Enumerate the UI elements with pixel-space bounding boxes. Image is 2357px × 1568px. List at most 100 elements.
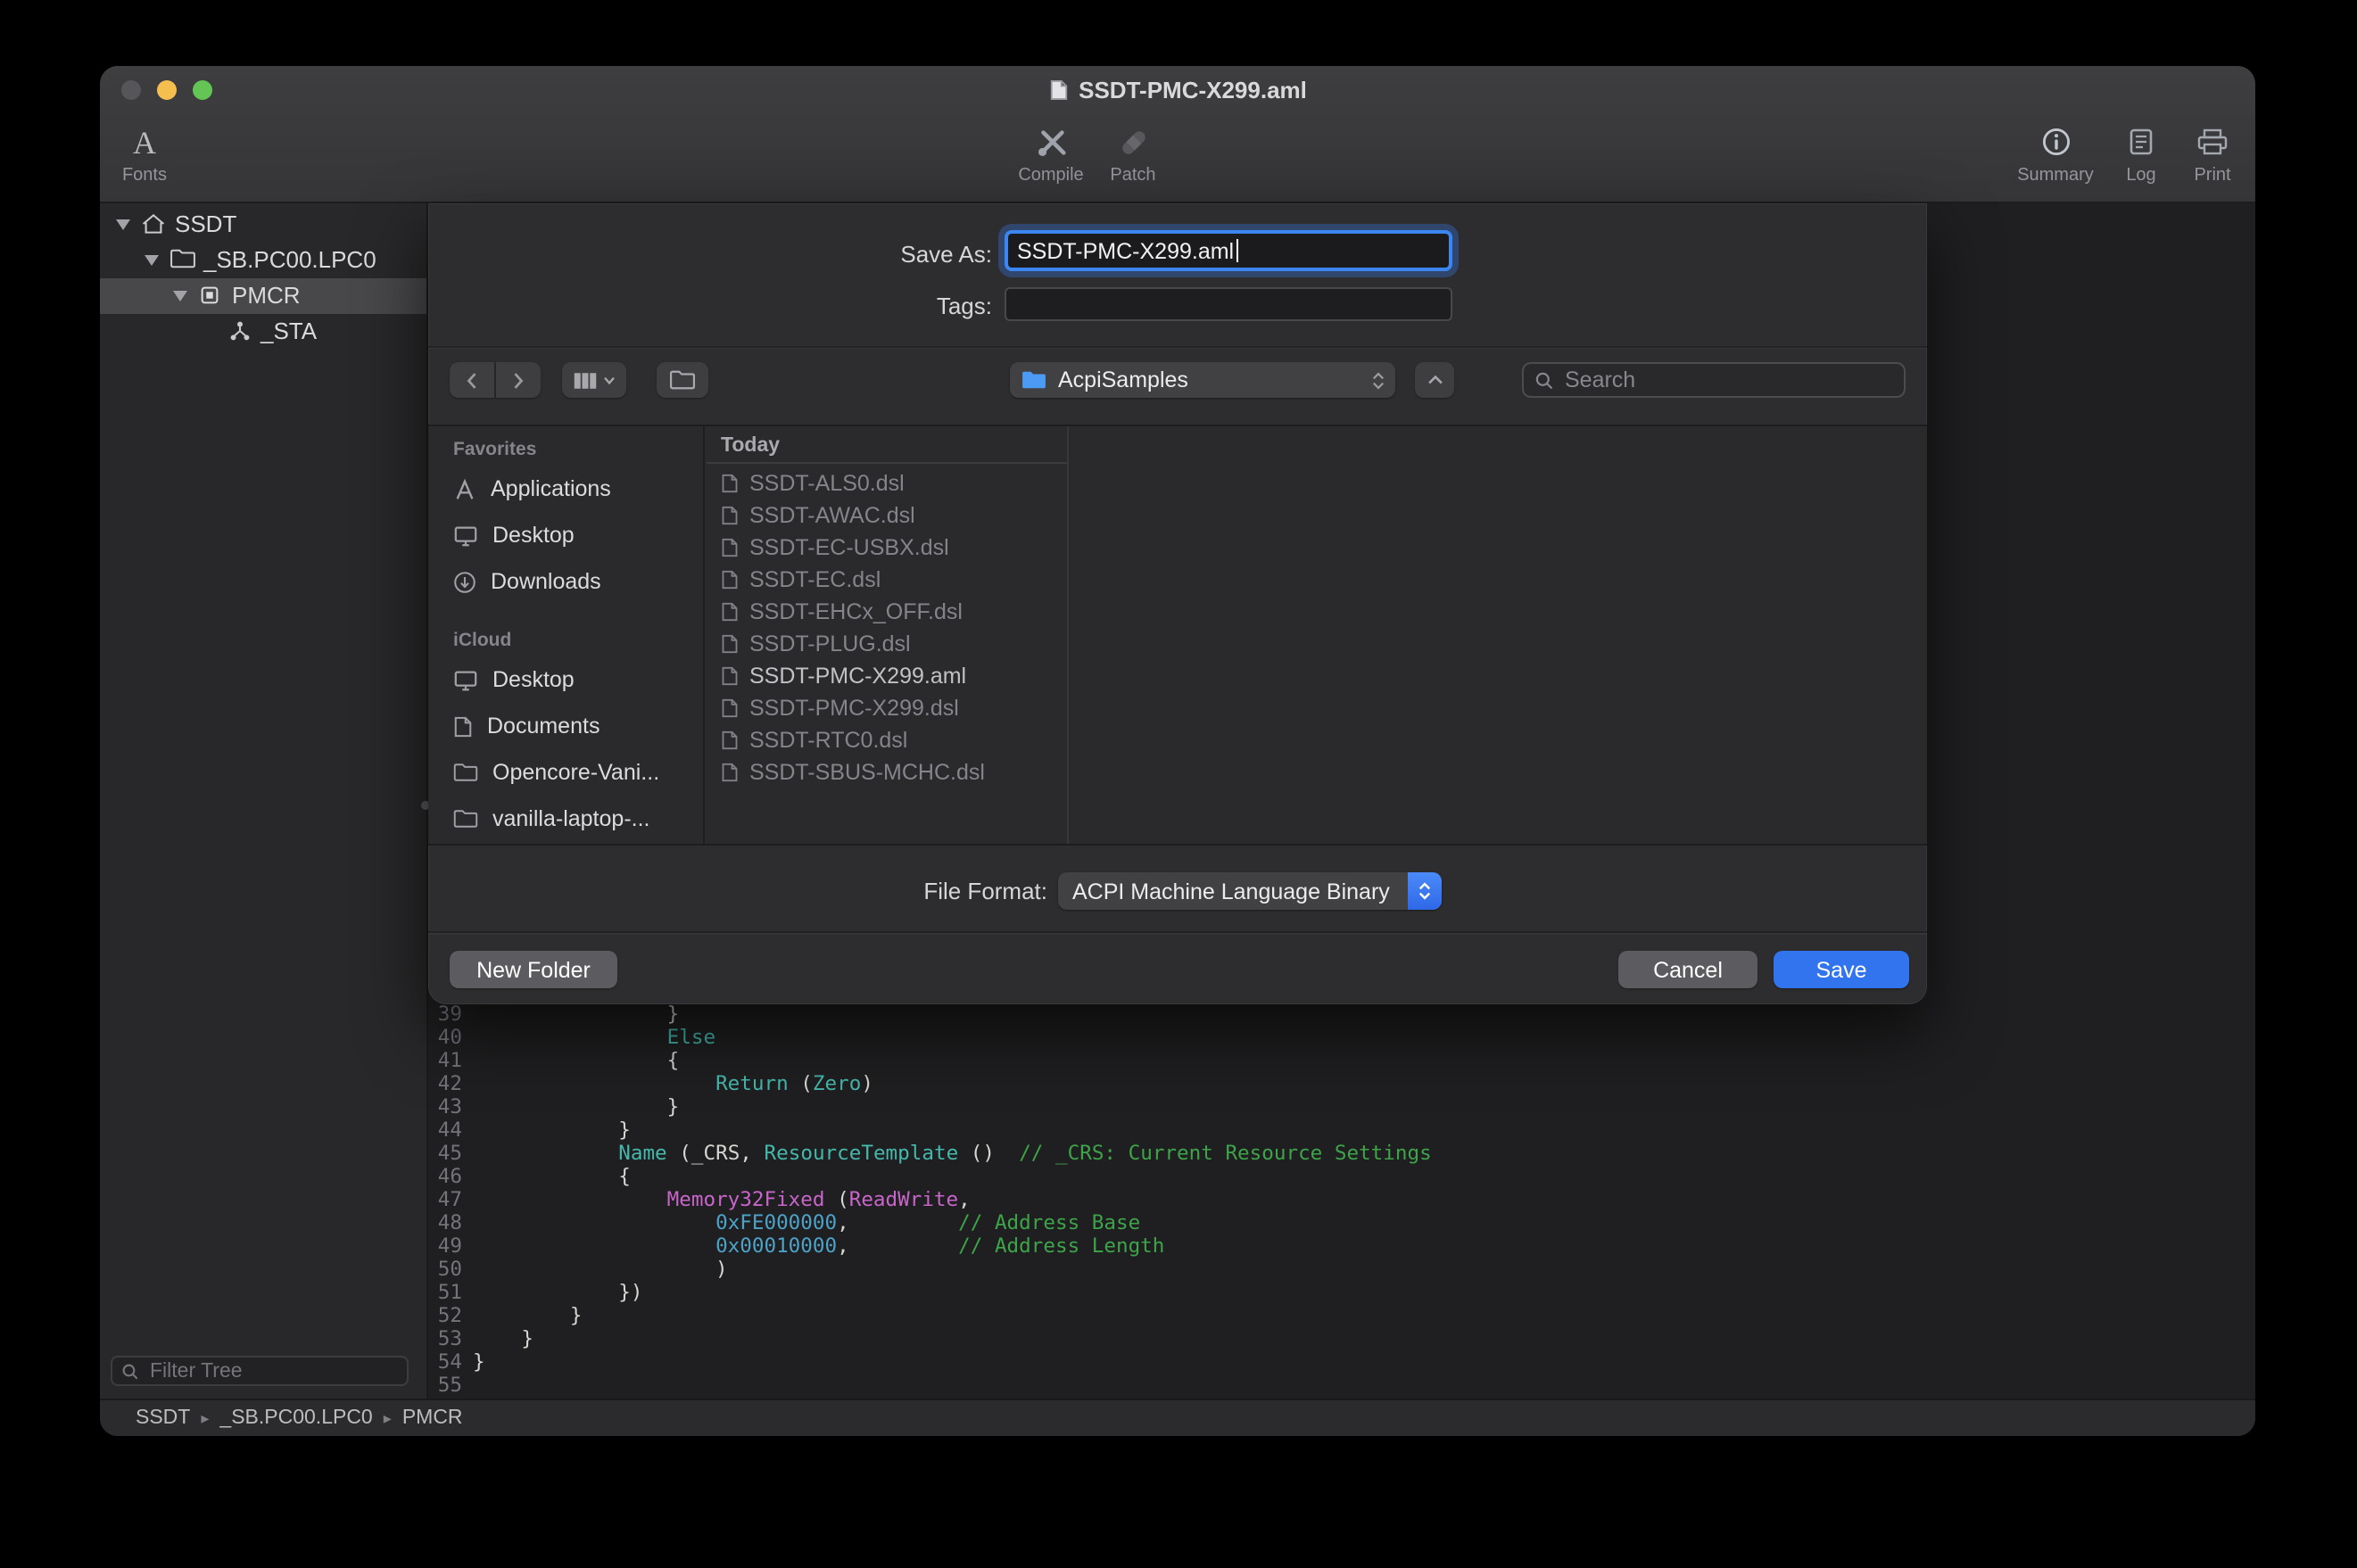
desktop-icon [453,668,478,691]
line-number: 45 [428,1142,462,1165]
line-number: 53 [428,1327,462,1350]
summary-toolbar-button[interactable]: Summary [2002,118,2109,186]
file-name: SSDT-EC.dsl [749,567,881,592]
sidebar-item-documents[interactable]: Documents [428,703,703,749]
fonts-toolbar-button[interactable]: A Fonts [107,118,182,186]
code-line: 43 } [428,1095,1432,1118]
file-name: SSDT-PMC-X299.dsl [749,696,959,721]
acpi-tree-sidebar: SSDT _SB.PC00.LPC0 PMCR [100,203,428,1400]
line-number: 52 [428,1304,462,1327]
sidebar-item-applications[interactable]: Applications [428,466,703,512]
code-line: 49 0x00010000, // Address Length [428,1234,1432,1258]
downloads-icon [453,570,476,593]
file-row[interactable]: SSDT-PLUG.dsl [707,628,1067,660]
new-folder-icon-button[interactable] [657,362,708,398]
back-button[interactable] [450,362,494,398]
search-field[interactable] [1522,362,1906,398]
line-number: 40 [428,1026,462,1049]
folder-icon [453,762,478,783]
cancel-button[interactable]: Cancel [1618,951,1757,988]
enclosing-folder-button[interactable] [1415,362,1454,398]
code-line: 45 Name (_CRS, ResourceTemplate () // _C… [428,1142,1432,1165]
sidebar-item-label: Opencore-Vani... [492,760,659,785]
view-mode-button[interactable] [562,362,626,398]
sidebar-item-opencore-folder[interactable]: Opencore-Vani... [428,749,703,796]
file-name: SSDT-SBUS-MCHC.dsl [749,760,985,785]
tree-item-ssdt[interactable]: SSDT [100,207,426,243]
document-proxy-icon [1048,78,1068,101]
file-row[interactable]: SSDT-EC.dsl [707,564,1067,596]
code-line: 53 } [428,1327,1432,1350]
sidebar-item-label: Downloads [491,569,601,594]
save-button[interactable]: Save [1774,951,1909,988]
tree-item-label: SSDT [175,212,236,237]
summary-label: Summary [2017,166,2094,186]
file-row[interactable]: SSDT-SBUS-MCHC.dsl [707,756,1067,788]
sidebar-item-label: Desktop [492,523,575,548]
folder-icon [170,248,196,269]
line-number: 48 [428,1211,462,1234]
code-line: 50 ) [428,1258,1432,1281]
tree-item-label: _SB.PC00.LPC0 [203,248,376,273]
path-segment[interactable]: PMCR [402,1407,463,1429]
chevron-right-icon [512,370,525,390]
favorites-header: Favorites [428,433,703,466]
patch-toolbar-button[interactable]: Patch [1088,118,1178,186]
documents-icon [453,714,473,738]
folder-icon [453,808,478,829]
new-folder-button[interactable]: New Folder [450,951,617,988]
line-number: 43 [428,1095,462,1118]
device-chip-icon [198,284,221,307]
code-line: 47 Memory32Fixed (ReadWrite, [428,1188,1432,1211]
file-format-popup[interactable]: ACPI Machine Language Binary [1058,872,1442,910]
tree-item-sta[interactable]: _STA [100,314,426,350]
filter-tree-input[interactable] [146,1358,398,1383]
sidebar-item-label: Desktop [492,667,575,692]
line-number: 41 [428,1049,462,1072]
cancel-button-label: Cancel [1653,957,1723,982]
tags-input[interactable] [1006,290,1451,320]
file-name: SSDT-EHCx_OFF.dsl [749,599,963,624]
save-as-input[interactable]: SSDT-PMC-X299.aml [1005,230,1452,271]
location-popup[interactable]: AcpiSamples [1010,362,1395,398]
code-view: 39 } 40 Else 41 { 42 Return (Zero) 43 } … [428,1003,1432,1397]
print-toolbar-button[interactable]: Print [2170,118,2255,186]
folder-blue-icon [1021,369,1047,391]
log-toolbar-button[interactable]: Log [2105,118,2177,186]
file-row[interactable]: SSDT-EC-USBX.dsl [707,532,1067,564]
disclosure-triangle-icon[interactable] [173,291,187,301]
code-line: 48 0xFE000000, // Address Base [428,1211,1432,1234]
dialog-toolbar: AcpiSamples [428,362,1927,398]
sidebar-item-desktop[interactable]: Desktop [428,512,703,558]
tree-item-sb-pc00-lpc0[interactable]: _SB.PC00.LPC0 [100,243,426,278]
file-row[interactable]: SSDT-AWAC.dsl [707,499,1067,532]
sidebar-item-icloud-desktop[interactable]: Desktop [428,656,703,703]
sidebar-item-label: vanilla-laptop-... [492,806,650,831]
forward-button[interactable] [496,362,541,398]
log-label: Log [2126,166,2155,186]
sidebar-item-downloads[interactable]: Downloads [428,558,703,605]
file-row[interactable]: SSDT-ALS0.dsl [707,467,1067,499]
file-row[interactable]: SSDT-RTC0.dsl [707,724,1067,756]
titlebar[interactable]: SSDT-PMC-X299.aml [100,66,2255,112]
applications-icon [453,477,476,500]
tree-item-pmcr[interactable]: PMCR [100,278,426,314]
filter-tree-field[interactable] [111,1356,409,1386]
sidebar-item-vanilla-laptop-folder[interactable]: vanilla-laptop-... [428,796,703,842]
path-segment[interactable]: _SB.PC00.LPC0 [219,1407,372,1429]
file-row[interactable]: SSDT-PMC-X299.aml [707,660,1067,692]
path-segment[interactable]: SSDT [136,1407,190,1429]
disclosure-triangle-icon[interactable] [145,255,159,266]
chevron-left-icon [466,370,478,390]
code-line: 39 } [428,1003,1432,1026]
disclosure-triangle-icon[interactable] [116,219,130,230]
document-icon [721,473,739,494]
file-name: SSDT-AWAC.dsl [749,503,915,528]
file-format-value: ACPI Machine Language Binary [1072,879,1390,904]
file-row[interactable]: SSDT-EHCx_OFF.dsl [707,596,1067,628]
document-icon [721,505,739,526]
file-row[interactable]: SSDT-PMC-X299.dsl [707,692,1067,724]
tree-item-label: PMCR [232,284,301,309]
code-line: 42 Return (Zero) [428,1072,1432,1095]
search-input[interactable] [1561,366,1893,394]
